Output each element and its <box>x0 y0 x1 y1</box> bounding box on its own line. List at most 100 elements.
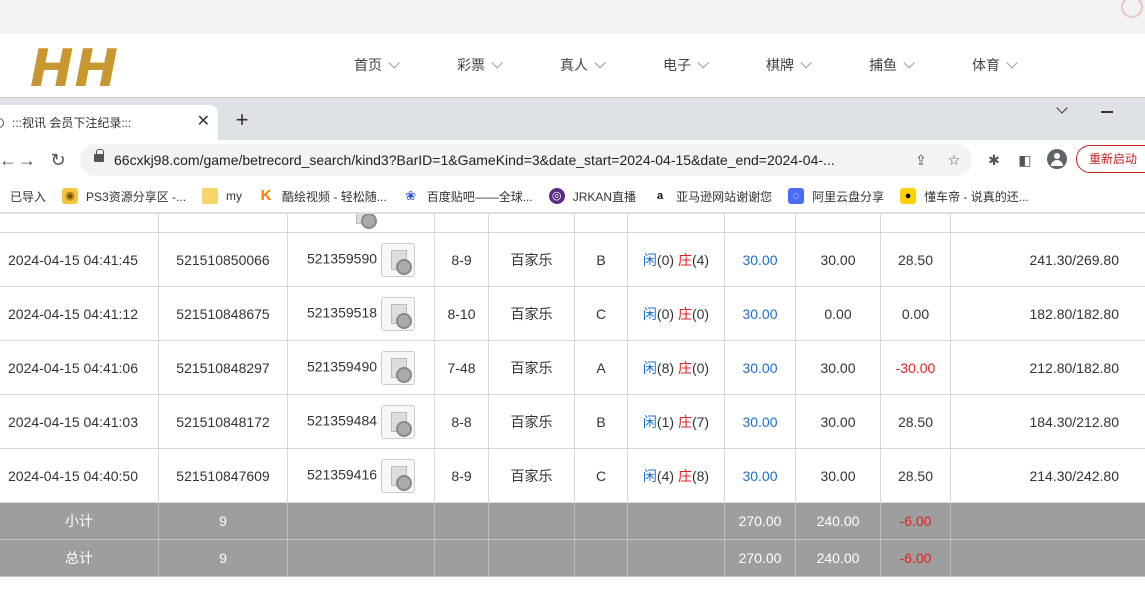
player-label: 闲 <box>642 359 657 376</box>
table-name: A <box>574 340 628 395</box>
site-header: HH GAME 首页 彩票 真人 电子 棋牌 捕鱼 体育 <box>0 33 1145 153</box>
amazon-icon: a <box>657 190 664 202</box>
bookmark-label: JRKAN直播 <box>572 189 637 204</box>
subtotal-row: 小计 9 270.00 240.00 -6.00 <box>0 502 1145 540</box>
forward-icon[interactable]: → <box>15 148 39 172</box>
share-icon[interactable]: ⇪ <box>913 152 929 168</box>
payout: 0.00 <box>880 286 951 341</box>
site-nav-item-sports[interactable]: 体育 <box>960 33 1063 97</box>
player-label: 闲 <box>642 305 657 322</box>
bet-time: 2024-04-15 04:40:50 <box>0 448 159 503</box>
relaunch-button[interactable]: 重新启动 <box>1076 145 1145 173</box>
folder-icon <box>202 188 219 204</box>
shoe-number: 8-9 <box>434 448 489 503</box>
bookmark-label: 亚马逊网站谢谢您 <box>676 189 773 204</box>
table-name: C <box>574 448 628 503</box>
bookmark-label: 酷绘视频 - 轻松随... <box>282 189 387 204</box>
nav-label: 体育 <box>972 57 1000 73</box>
payout: 28.50 <box>880 394 951 449</box>
banker-label: 庄 <box>677 413 692 430</box>
bet-record-table: 2024-04-15 04:41:45 521510850066 5213595… <box>0 214 1145 577</box>
total-payout: -6.00 <box>880 539 951 577</box>
bookmark-label: my <box>226 189 243 203</box>
nav-label: 电子 <box>663 57 691 73</box>
site-logo[interactable]: HH GAME <box>30 33 300 153</box>
valid-amount: 30.00 <box>795 448 881 503</box>
new-tab-button[interactable]: + <box>232 109 252 131</box>
round-id-cell: 521359518 <box>287 286 435 341</box>
total-bet: 270.00 <box>724 539 796 577</box>
banker-label: 庄 <box>677 305 692 322</box>
balance: 241.30/269.80 <box>950 232 1145 287</box>
site-nav-item-home[interactable]: 首页 <box>342 33 445 97</box>
address-bar[interactable]: 66cxkj98.com/game/betrecord_search/kind3… <box>80 144 972 176</box>
sidebar-icon[interactable]: ◧ <box>1017 152 1033 168</box>
replay-icon[interactable] <box>381 458 416 493</box>
valid-amount: 30.00 <box>795 340 881 395</box>
bet-amount: 30.00 <box>724 448 796 503</box>
minimize-icon[interactable] <box>1101 111 1113 113</box>
bet-amount: 30.00 <box>724 340 796 395</box>
result-cell: 闲(1) 庄(7) <box>627 394 725 449</box>
banker-score: (0) <box>691 305 710 322</box>
total-valid: 240.00 <box>795 539 881 577</box>
banker-label: 庄 <box>677 467 692 484</box>
replay-icon[interactable] <box>381 296 416 331</box>
player-label: 闲 <box>642 413 657 430</box>
replay-icon[interactable] <box>381 350 416 385</box>
aliyun-icon: ◌ <box>788 188 805 204</box>
chevron-down-icon[interactable] <box>1056 104 1068 116</box>
round-id-cell: 521359416 <box>287 448 435 503</box>
bookmark-item[interactable]: K 酷绘视频 - 轻松随... <box>258 188 387 205</box>
bookmarks-bar: 已导入 ◉ PS3资源分享区 -... my K 酷绘视频 - 轻松随... ❀ 百度… <box>0 180 1145 213</box>
bookmark-item[interactable]: ◌ 阿里云盘分享 <box>788 188 884 205</box>
site-nav-item-fishing[interactable]: 捕鱼 <box>857 33 960 97</box>
bet-id: 521510848172 <box>158 394 288 449</box>
close-icon[interactable]: ✕ <box>197 112 210 132</box>
replay-icon[interactable] <box>381 404 416 439</box>
valid-amount: 0.00 <box>795 286 881 341</box>
bet-time: 2024-04-15 04:41:03 <box>0 394 159 449</box>
banker-score: (0) <box>691 359 710 376</box>
site-nav-item-slots[interactable]: 电子 <box>651 33 754 97</box>
bookmark-item[interactable]: a 亚马逊网站谢谢您 <box>652 188 772 205</box>
replay-icon[interactable] <box>381 242 416 277</box>
balance: 214.30/242.80 <box>950 448 1145 503</box>
extensions-icon[interactable]: ✱ <box>986 152 1002 168</box>
shoe-number: 8-9 <box>434 232 489 287</box>
banker-score: (7) <box>691 413 710 430</box>
bet-record-table-wrap[interactable]: 2024-04-15 04:41:45 521510850066 5213595… <box>0 214 1145 600</box>
profile-avatar-icon[interactable] <box>1047 149 1067 169</box>
chevron-down-icon <box>903 57 915 69</box>
star-icon[interactable]: ☆ <box>946 152 962 168</box>
bookmark-item[interactable]: ● 懂车帝 - 说真的还... <box>900 188 1029 205</box>
bookmark-item[interactable]: ❀ 百度贴吧——全球... <box>403 188 532 205</box>
url-text: 66cxkj98.com/game/betrecord_search/kind3… <box>114 152 835 168</box>
table-name: B <box>574 232 628 287</box>
bookmark-imported[interactable]: 已导入 <box>10 188 46 205</box>
bet-amount: 30.00 <box>724 232 796 287</box>
bookmark-item[interactable]: ◎ JRKAN直播 <box>548 188 637 205</box>
round-id-cell: 521359484 <box>287 394 435 449</box>
balance: 182.80/182.80 <box>950 286 1145 341</box>
bookmark-item[interactable]: ◉ PS3资源分享区 -... <box>62 188 186 205</box>
reload-icon[interactable]: ↻ <box>46 148 70 172</box>
site-nav-item-chess[interactable]: 棋牌 <box>754 33 857 97</box>
nav-label: 首页 <box>354 57 382 73</box>
result-cell: 闲(0) 庄(4) <box>627 232 725 287</box>
subtotal-label: 小计 <box>0 502 159 540</box>
table-row: 2024-04-15 04:41:45 521510850066 5213595… <box>0 232 1145 287</box>
tab-active[interactable]: :::视讯 会员下注纪录::: ✕ <box>0 105 218 140</box>
player-score: (0) <box>656 251 675 268</box>
game-name: 百家乐 <box>488 286 575 341</box>
site-nav-item-lottery[interactable]: 彩票 <box>445 33 548 97</box>
nav-label: 彩票 <box>457 57 485 73</box>
table-row: 2024-04-15 04:41:03 521510848172 5213594… <box>0 394 1145 449</box>
bet-time: 2024-04-15 04:41:45 <box>0 232 159 287</box>
site-nav-item-live[interactable]: 真人 <box>548 33 651 97</box>
game-name: 百家乐 <box>488 340 575 395</box>
round-id: 521359490 <box>306 358 378 375</box>
bet-time: 2024-04-15 04:41:06 <box>0 340 159 395</box>
bookmark-item[interactable]: my <box>202 188 242 204</box>
nav-label: 棋牌 <box>766 57 794 73</box>
